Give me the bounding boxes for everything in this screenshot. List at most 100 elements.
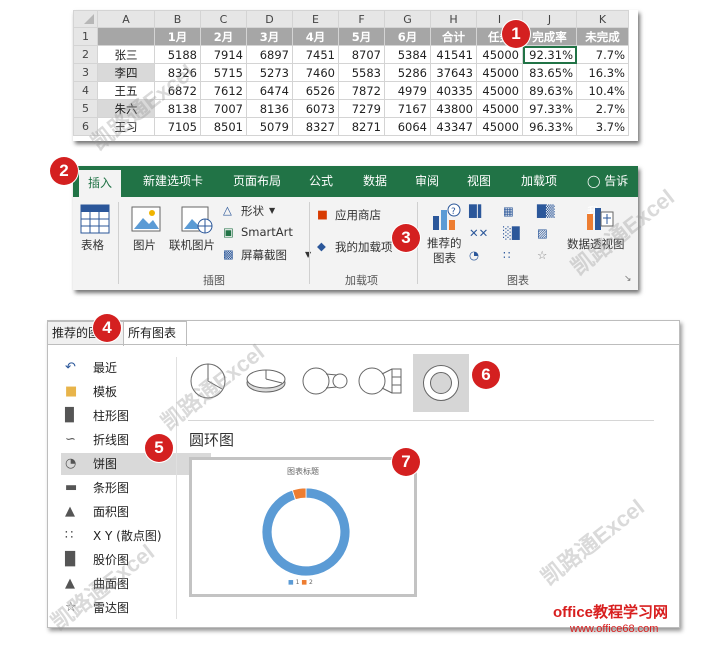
smartart-button[interactable]: ▣ SmartArt (223, 225, 313, 243)
cell[interactable]: 7460 (292, 63, 339, 82)
tab-formulas[interactable]: 公式 (309, 166, 333, 197)
pie-of-pie-subtype-button[interactable] (300, 361, 350, 406)
radar-chart-icon[interactable]: ☆ (537, 248, 547, 262)
row-header[interactable]: 4 (73, 81, 98, 100)
cell[interactable]: 7279 (338, 99, 385, 118)
cell[interactable]: 45000 (476, 117, 523, 136)
cell[interactable]: 5715 (200, 63, 247, 82)
col-header[interactable]: B (154, 10, 201, 28)
row-header[interactable]: 2 (73, 45, 98, 64)
tab-view[interactable]: 视图 (467, 166, 491, 197)
tab-page-layout[interactable]: 页面布局 (233, 166, 281, 197)
tab-insert[interactable]: 插入 (79, 170, 122, 197)
store-button[interactable]: ■ 应用商店 (317, 207, 397, 225)
cell[interactable]: 8327 (292, 117, 339, 136)
shapes-button[interactable]: △ 形状 ▼ (223, 203, 303, 221)
cell[interactable]: 4979 (384, 81, 431, 100)
cell[interactable]: 37643 (430, 63, 477, 82)
select-all-corner[interactable] (73, 10, 98, 28)
cell[interactable]: 6474 (246, 81, 293, 100)
header-cell[interactable]: 6月 (384, 27, 431, 46)
cell[interactable]: 8136 (246, 99, 293, 118)
cell[interactable]: 3.7% (576, 117, 629, 136)
cell[interactable]: 7167 (384, 99, 431, 118)
col-header[interactable]: G (384, 10, 431, 28)
cell[interactable]: 6064 (384, 117, 431, 136)
tab-addins[interactable]: 加载项 (521, 166, 557, 197)
dialog-launcher-icon[interactable]: ↘ (624, 274, 632, 284)
cell[interactable]: 41541 (430, 45, 477, 64)
header-cell[interactable]: 5月 (338, 27, 385, 46)
cell[interactable]: 7872 (338, 81, 385, 100)
header-cell[interactable]: 未完成 (576, 27, 629, 46)
statistic-chart-icon[interactable]: ░▉ (503, 226, 521, 240)
row-header[interactable]: 5 (73, 99, 98, 118)
name-cell[interactable]: 李四 (97, 63, 155, 82)
tab-review[interactable]: 审阅 (415, 166, 439, 197)
col-header[interactable]: D (246, 10, 293, 28)
col-header[interactable]: H (430, 10, 477, 28)
cell[interactable]: 6526 (292, 81, 339, 100)
tab-all-charts[interactable]: 所有图表 (123, 321, 187, 346)
cell[interactable]: 2.7% (576, 99, 629, 118)
col-header[interactable]: F (338, 10, 385, 28)
cell[interactable]: 8271 (338, 117, 385, 136)
cell[interactable]: 45000 (476, 99, 523, 118)
tab-data[interactable]: 数据 (363, 166, 387, 197)
cell[interactable]: 8707 (338, 45, 385, 64)
tab-new[interactable]: 新建选项卡 (143, 166, 203, 197)
cell[interactable]: 7914 (200, 45, 247, 64)
col-header[interactable]: K (576, 10, 629, 28)
cell[interactable]: 89.63% (522, 81, 577, 100)
waterfall-chart-icon[interactable]: █▒ (537, 204, 555, 218)
cell[interactable]: 10.4% (576, 81, 629, 100)
cell[interactable]: 5384 (384, 45, 431, 64)
pictures-button[interactable]: 图片 (129, 204, 165, 254)
site-url[interactable]: www.office68.com (570, 623, 658, 635)
cell[interactable]: 5583 (338, 63, 385, 82)
cell[interactable]: 7.7% (576, 45, 629, 64)
header-cell[interactable]: 4月 (292, 27, 339, 46)
recommended-charts-button[interactable]: ? 推荐的 图表 (425, 202, 465, 265)
cell[interactable]: 5286 (384, 63, 431, 82)
cell[interactable]: 92.31% (522, 45, 577, 64)
tell-me[interactable]: ◯ 告诉我 (587, 166, 638, 219)
cell[interactable]: 7105 (154, 117, 201, 136)
cell[interactable]: 7451 (292, 45, 339, 64)
column-chart-icon[interactable]: ▉▍ (469, 204, 487, 218)
cell[interactable]: 83.65% (522, 63, 577, 82)
cell[interactable]: 5273 (246, 63, 293, 82)
header-cell[interactable]: 1月 (154, 27, 201, 46)
cell[interactable]: 8501 (200, 117, 247, 136)
cell[interactable]: 40335 (430, 81, 477, 100)
cell[interactable]: 7612 (200, 81, 247, 100)
combo-chart-icon[interactable]: ▨ (537, 226, 548, 240)
cell[interactable]: 45000 (476, 81, 523, 100)
cell[interactable] (97, 27, 155, 46)
doughnut-subtype-button[interactable] (413, 354, 469, 412)
row-header[interactable]: 3 (73, 63, 98, 82)
cell[interactable]: 45000 (476, 63, 523, 82)
col-header[interactable]: E (292, 10, 339, 28)
col-header[interactable]: J (522, 10, 577, 28)
row-header[interactable]: 1 (73, 27, 98, 46)
scatter-chart-icon[interactable]: ∷ (503, 248, 510, 262)
header-cell[interactable]: 合计 (430, 27, 477, 46)
cell[interactable]: 5079 (246, 117, 293, 136)
cell[interactable]: 97.33% (522, 99, 577, 118)
pie-chart-icon[interactable]: ◔ (469, 248, 479, 262)
cell[interactable]: 7007 (200, 99, 247, 118)
cell[interactable]: 43800 (430, 99, 477, 118)
header-cell[interactable]: 2月 (200, 27, 247, 46)
bar-of-pie-subtype-button[interactable] (356, 361, 406, 406)
col-header[interactable]: C (200, 10, 247, 28)
col-header[interactable]: A (97, 10, 155, 28)
cell[interactable]: 6897 (246, 45, 293, 64)
cell[interactable]: 6073 (292, 99, 339, 118)
chart-preview[interactable]: 图表标题 ■ 1 ■ 2 (189, 457, 417, 597)
screenshot-button[interactable]: ▩ 屏幕截图 ▼ (223, 247, 318, 265)
cell[interactable]: 45000 (476, 45, 523, 64)
cell[interactable]: 43347 (430, 117, 477, 136)
header-cell[interactable]: 完成率 (522, 27, 577, 46)
cell[interactable]: 16.3% (576, 63, 629, 82)
